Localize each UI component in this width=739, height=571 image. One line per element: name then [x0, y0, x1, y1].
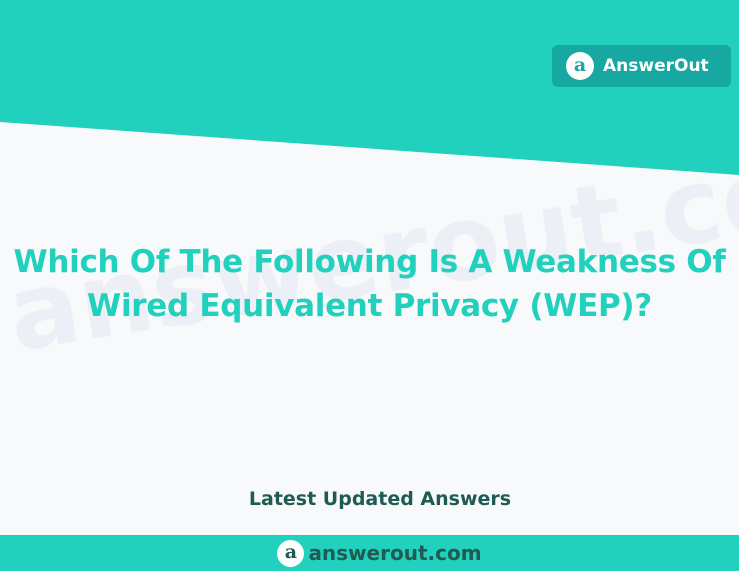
- answerout-logo-icon: a: [566, 52, 594, 80]
- logo-letter: a: [573, 53, 587, 76]
- footer-bar: a answerout.com: [0, 535, 739, 571]
- answerout-brand-button[interactable]: a AnswerOut: [552, 45, 731, 87]
- footer-url: answerout.com: [308, 541, 482, 565]
- question-line-1: Which Of The Following Is A Weakness Of: [13, 244, 726, 280]
- latest-updated-answers-label: Latest Updated Answers: [248, 488, 512, 510]
- question-line-2: Wired Equivalent Privacy (WEP)?: [87, 288, 652, 324]
- brand-label: AnswerOut: [603, 56, 709, 76]
- footer-logo-icon: a: [277, 539, 305, 567]
- footer-site-link[interactable]: a answerout.com: [277, 539, 482, 567]
- question-title: Which Of The Following Is A Weakness Of …: [0, 240, 739, 328]
- footer-logo-letter: a: [284, 540, 298, 563]
- diagonal-teal-band: [0, 0, 739, 175]
